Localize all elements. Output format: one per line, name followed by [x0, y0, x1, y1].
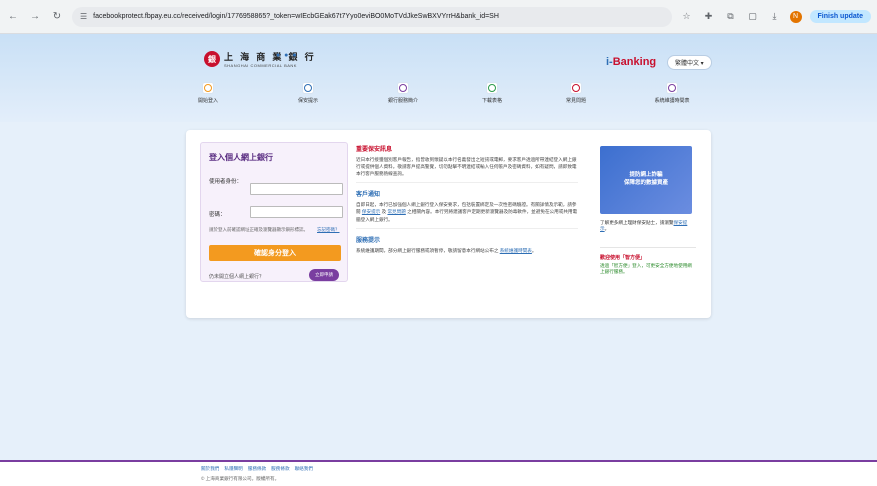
- bank-name-en: SHANGHAI COMMERCIAL BANK: [224, 63, 297, 68]
- customer-notice: 客戶通知 自即日起，本行已加強個人網上銀行登入保安要求，包括裝置綁定及一次性密碼…: [356, 189, 578, 229]
- password-label: 密碼：: [209, 212, 226, 218]
- footer-link-terms-2[interactable]: 服務條款: [271, 466, 289, 472]
- news-column: 重要保安訊息 近日本行接獲個別客戶報告，指曾收到懷疑以本行名義發出之短訊或電郵，…: [356, 144, 578, 254]
- main-nav: 開始登入 保安提示 銀行服務簡介 下載表格 常見問題 系統維護時間表: [0, 82, 877, 118]
- login-icon: [202, 82, 214, 94]
- content-card: 登入個人網上銀行 使用者身份： 密碼： 請於登入前確認網址正確及瀏覽器顯示鎖形標…: [186, 130, 711, 318]
- nav-maintenance[interactable]: 系統維護時間表: [642, 82, 702, 104]
- url-text: facebookprotect.fbpay.eu.cc/received/log…: [93, 13, 499, 20]
- reload-icon[interactable]: ↻: [50, 10, 64, 24]
- footer-link-contact[interactable]: 聯絡我們: [295, 466, 313, 472]
- download-icon[interactable]: ⤓: [768, 10, 782, 24]
- faq-link[interactable]: 常見問題: [387, 209, 405, 214]
- header-area: 銀 上 海 商 業 銀 行 SHANGHAI COMMERCIAL BANK ●…: [0, 34, 877, 122]
- profile-avatar[interactable]: N: [789, 10, 802, 23]
- footer-links: 關於我們 私隱聲明 服務條款 服務條款 聯絡我們: [201, 466, 313, 472]
- back-icon[interactable]: ←: [6, 10, 20, 24]
- forgot-password-link[interactable]: 忘記密碼？: [317, 227, 347, 233]
- bookmark-star-icon[interactable]: ☆: [680, 10, 694, 24]
- bank-name-cn: 上 海 商 業 銀 行: [224, 53, 316, 63]
- customer-notice-body: 自即日起，本行已加強個人網上銀行登入保安要求，包括裝置綁定及一次性密碼驗證。有關…: [356, 202, 578, 222]
- bank-seal-icon: 銀: [204, 51, 220, 67]
- faq-icon: [570, 82, 582, 94]
- service-notice: 服務提示 系統維護期間，部分網上銀行服務或須暫停，敬請留意本行網站公布之 系統維…: [356, 235, 578, 254]
- nav-login[interactable]: 開始登入: [178, 82, 238, 104]
- footer-link-privacy[interactable]: 私隱聲明: [224, 466, 242, 472]
- no-account-text: 仍未開立個人網上銀行？: [209, 274, 265, 280]
- decorative-dots-icon: ● ● ●: [276, 52, 298, 59]
- maintenance-icon: [666, 82, 678, 94]
- security-tips-link[interactable]: 保安提示: [362, 209, 380, 214]
- footer-link-terms[interactable]: 服務條款: [248, 466, 266, 472]
- security-tips-note: 了解更多網上理財保安貼士，請瀏覽保安提示。: [600, 220, 688, 232]
- nav-services[interactable]: 銀行服務簡介: [373, 82, 433, 104]
- customer-notice-title: 客戶通知: [356, 192, 381, 199]
- username-label: 使用者身份：: [209, 179, 243, 185]
- tab-search-icon[interactable]: ⧉: [724, 10, 738, 24]
- service-notice-body: 系統維護期間，部分網上銀行服務或須暫停，敬請留意本行網站公布之 系統維護時間表。: [356, 247, 537, 253]
- bank-page: 銀 上 海 商 業 銀 行 SHANGHAI COMMERCIAL BANK ●…: [0, 34, 877, 486]
- fraud-alert-banner[interactable]: 提防網上詐騙 保障您的數據資產: [600, 146, 692, 214]
- login-button[interactable]: 確認身分登入: [209, 245, 341, 261]
- nav-forms[interactable]: 下載表格: [462, 82, 522, 104]
- services-icon: [397, 82, 409, 94]
- nav-security-tips[interactable]: 保安提示: [278, 82, 338, 104]
- iam-smart-title: 歡迎使用「智方便」: [600, 254, 646, 261]
- security-notice-body: 近日本行接獲個別客戶報告，指曾收到懷疑以本行名義發出之短訊或電郵，要求客戶透過所…: [356, 157, 577, 177]
- security-icon: [302, 82, 314, 94]
- site-info-icon[interactable]: ☰: [80, 12, 87, 21]
- login-panel: 登入個人網上銀行 使用者身份： 密碼： 請於登入前確認網址正確及瀏覽器顯示鎖形標…: [200, 142, 348, 282]
- bank-logo[interactable]: 銀 上 海 商 業 銀 行 SHANGHAI COMMERCIAL BANK: [204, 50, 316, 68]
- password-input[interactable]: [250, 206, 343, 218]
- address-bar[interactable]: ☰ facebookprotect.fbpay.eu.cc/received/l…: [72, 6, 672, 27]
- username-input[interactable]: [250, 183, 343, 195]
- service-notice-title: 服務提示: [356, 237, 381, 244]
- iam-smart-promo: 歡迎使用「智方便」 透過「智方便」登入，可更安全方便地使用網上銀行服務。: [600, 246, 696, 276]
- forward-icon[interactable]: →: [28, 10, 42, 24]
- extension-icon[interactable]: ✚: [702, 10, 716, 24]
- security-notice: 重要保安訊息 近日本行接獲個別客戶報告，指曾收到懷疑以本行名義發出之短訊或電郵，…: [356, 144, 578, 184]
- puzzle-icon[interactable]: ▢: [746, 10, 760, 24]
- iam-smart-body: 透過「智方便」登入，可更安全方便地使用網上銀行服務。: [600, 262, 692, 275]
- ibanking-title: i-Banking: [606, 56, 657, 68]
- nav-faq[interactable]: 常見問題: [546, 82, 606, 104]
- apply-now-button[interactable]: 立即申請: [309, 269, 339, 281]
- footer-link-about[interactable]: 關於我們: [201, 466, 219, 472]
- language-select[interactable]: 繁體中文 ▾: [667, 55, 712, 70]
- login-title: 登入個人網上銀行: [209, 153, 273, 162]
- browser-toolbar: ← → ↻ ☰ facebookprotect.fbpay.eu.cc/rece…: [0, 0, 877, 34]
- page-footer: 關於我們 私隱聲明 服務條款 服務條款 聯絡我們 © 上海商業銀行有限公司。版權…: [0, 460, 877, 486]
- copyright: © 上海商業銀行有限公司。版權所有。: [201, 476, 280, 481]
- maintenance-schedule-link[interactable]: 系統維護時間表: [500, 248, 532, 253]
- finish-update-button[interactable]: Finish update: [809, 10, 871, 23]
- download-forms-icon: [486, 82, 498, 94]
- login-hint: 請於登入前確認網址正確及瀏覽器顯示鎖形標誌。: [209, 227, 308, 232]
- side-column: 提防網上詐騙 保障您的數據資產 了解更多網上理財保安貼士，請瀏覽保安提示。 歡迎…: [600, 146, 696, 276]
- security-notice-title: 重要保安訊息: [356, 147, 393, 153]
